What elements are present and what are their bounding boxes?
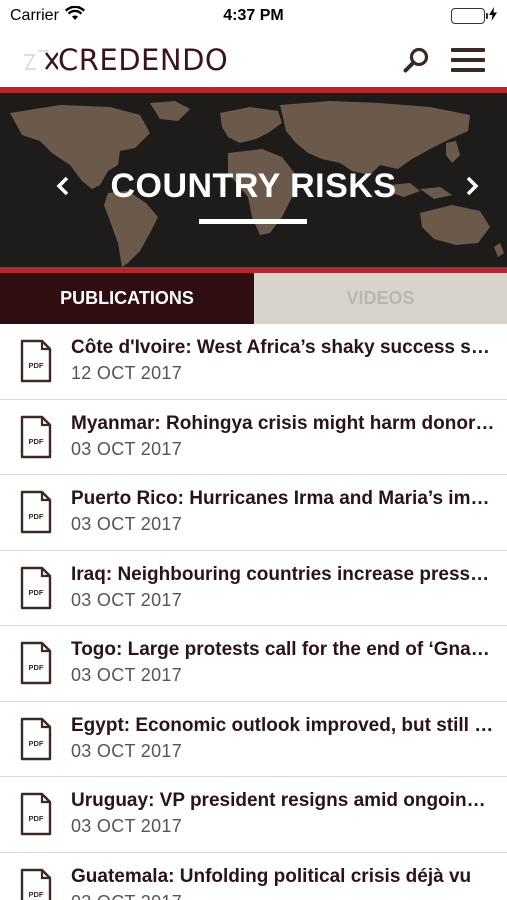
list-item-text: Egypt: Economic outlook improved, but st… xyxy=(71,714,507,764)
list-item[interactable]: PDF Egypt: Economic outlook improved, bu… xyxy=(0,702,507,777)
list-item-text: Côte d'Ivoire: West Africa’s shaky succe… xyxy=(71,336,507,386)
logo-text: CREDENDO xyxy=(58,42,229,77)
list-item[interactable]: PDF Puerto Rico: Hurricanes Irma and Mar… xyxy=(0,475,507,551)
pdf-icon: PDF xyxy=(20,642,52,685)
charging-bolt-icon xyxy=(489,6,497,26)
svg-text:PDF: PDF xyxy=(29,361,44,370)
publication-title: Côte d'Ivoire: West Africa’s shaky succe… xyxy=(71,337,495,359)
chevron-right-icon xyxy=(466,176,479,196)
status-bar: Carrier 4:37 PM xyxy=(0,0,507,32)
publication-date: 03 OCT 2017 xyxy=(71,589,183,610)
tab-publications[interactable]: PUBLICATIONS xyxy=(0,273,254,324)
list-item-text: Togo: Large protests call for the end of… xyxy=(71,638,507,688)
publication-title: Togo: Large protests call for the end of… xyxy=(71,639,495,661)
publication-date: 03 OCT 2017 xyxy=(71,438,183,459)
list-item[interactable]: PDF Guatemala: Unfolding political crisi… xyxy=(0,853,507,900)
pdf-icon: PDF xyxy=(20,415,52,458)
list-item[interactable]: PDF Iraq: Neighbouring countries increas… xyxy=(0,551,507,626)
pdf-icon: PDF xyxy=(20,566,52,609)
list-item[interactable]: PDF Myanmar: Rohingya crisis might harm … xyxy=(0,400,507,475)
logo-mark-icon xyxy=(24,49,58,70)
country-risks-banner: COUNTRY RISKS xyxy=(0,87,507,273)
publication-date: 03 OCT 2017 xyxy=(71,514,183,535)
banner-title: COUNTRY RISKS xyxy=(110,167,397,205)
publications-list: PDF Côte d'Ivoire: West Africa’s shaky s… xyxy=(0,324,507,900)
list-item[interactable]: PDF Togo: Large protests call for the en… xyxy=(0,626,507,702)
list-item[interactable]: PDF Côte d'Ivoire: West Africa’s shaky s… xyxy=(0,324,507,400)
svg-text:PDF: PDF xyxy=(29,890,44,899)
app-header: CREDENDO xyxy=(0,32,507,87)
battery-icon xyxy=(451,8,488,24)
search-icon[interactable] xyxy=(403,47,429,73)
publication-date: 03 OCT 2017 xyxy=(71,665,183,686)
publication-title: Uruguay: VP president resigns amid ongoi… xyxy=(71,790,495,812)
publication-date: 12 OCT 2017 xyxy=(71,363,183,384)
svg-text:PDF: PDF xyxy=(29,663,44,672)
banner-underline xyxy=(199,219,307,224)
pdf-icon: PDF xyxy=(20,793,52,836)
status-right xyxy=(451,6,497,26)
list-item-text: Guatemala: Unfolding political crisis dé… xyxy=(71,865,507,900)
list-item-text: Puerto Rico: Hurricanes Irma and Maria’s… xyxy=(71,487,507,537)
publication-title: Egypt: Economic outlook improved, but st… xyxy=(71,714,495,736)
tab-bar: PUBLICATIONS VIDEOS xyxy=(0,273,507,324)
svg-text:PDF: PDF xyxy=(29,512,44,521)
svg-text:PDF: PDF xyxy=(29,814,44,823)
publication-date: 03 OCT 2017 xyxy=(71,816,183,837)
menu-icon[interactable] xyxy=(451,47,485,73)
credendo-logo[interactable]: CREDENDO xyxy=(22,40,228,80)
svg-text:PDF: PDF xyxy=(29,588,44,597)
carrier-label: Carrier xyxy=(10,7,59,24)
pdf-icon: PDF xyxy=(20,340,52,383)
pdf-icon: PDF xyxy=(20,491,52,534)
publication-title: Puerto Rico: Hurricanes Irma and Maria’s… xyxy=(71,488,495,510)
list-item[interactable]: PDF Uruguay: VP president resigns amid o… xyxy=(0,777,507,853)
status-left: Carrier xyxy=(10,5,85,26)
header-actions xyxy=(403,47,485,73)
svg-text:PDF: PDF xyxy=(29,739,44,748)
wifi-icon xyxy=(64,5,85,26)
svg-text:PDF: PDF xyxy=(29,437,44,446)
list-item-text: Iraq: Neighbouring countries increase pr… xyxy=(71,563,507,613)
publication-date: 03 OCT 2017 xyxy=(71,889,495,900)
list-item-text: Myanmar: Rohingya crisis might harm dono… xyxy=(71,412,507,462)
publication-title: Iraq: Neighbouring countries increase pr… xyxy=(71,563,495,585)
tab-videos[interactable]: VIDEOS xyxy=(254,273,507,324)
publication-title: Guatemala: Unfolding political crisis dé… xyxy=(71,865,472,887)
publication-date: 03 OCT 2017 xyxy=(71,740,183,761)
pdf-icon: PDF xyxy=(20,868,52,900)
list-item-text: Uruguay: VP president resigns amid ongoi… xyxy=(71,789,507,839)
pdf-icon: PDF xyxy=(20,717,52,760)
banner-next-button[interactable] xyxy=(457,171,487,201)
publication-title: Myanmar: Rohingya crisis might harm dono… xyxy=(71,412,495,434)
